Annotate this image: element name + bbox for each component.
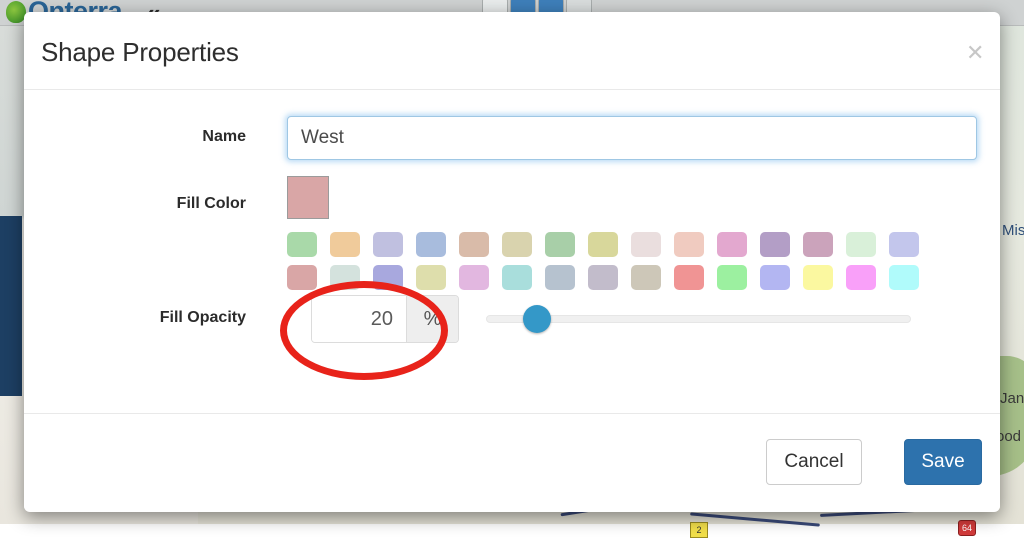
color-swatch[interactable] — [287, 265, 317, 290]
color-swatch[interactable] — [416, 265, 446, 290]
fill-opacity-input-group[interactable]: % — [311, 295, 459, 343]
color-swatch[interactable] — [287, 232, 317, 257]
color-swatch[interactable] — [803, 265, 833, 290]
map-place-label: Mis — [1002, 222, 1024, 239]
color-swatch[interactable] — [717, 232, 747, 257]
color-swatch[interactable] — [373, 232, 403, 257]
color-swatch[interactable] — [459, 232, 489, 257]
color-swatch[interactable] — [330, 265, 360, 290]
palette-row-2 — [287, 265, 947, 290]
dialog-title: Shape Properties — [41, 37, 239, 68]
slider-handle[interactable] — [523, 305, 551, 333]
dialog-footer: Cancel Save — [24, 413, 1000, 511]
close-icon[interactable]: ✕ — [960, 42, 982, 64]
color-swatch[interactable] — [588, 265, 618, 290]
shape-properties-dialog: Shape Properties ✕ Name Fill Color Fill … — [24, 12, 1000, 512]
color-swatch[interactable] — [889, 265, 919, 290]
color-swatch[interactable] — [502, 265, 532, 290]
name-field-row: Name — [24, 116, 1000, 160]
color-swatch[interactable] — [416, 232, 446, 257]
fill-color-label: Fill Color — [24, 195, 246, 213]
color-swatch[interactable] — [631, 232, 661, 257]
dialog-body: Name Fill Color Fill Opacity % — [24, 90, 1000, 413]
percent-unit-addon: % — [406, 296, 458, 342]
color-swatch[interactable] — [588, 232, 618, 257]
fill-opacity-slider[interactable] — [486, 311, 911, 327]
color-swatch[interactable] — [846, 232, 876, 257]
color-swatch[interactable] — [760, 265, 790, 290]
color-swatch[interactable] — [545, 265, 575, 290]
color-swatch[interactable] — [717, 265, 747, 290]
fill-opacity-label: Fill Opacity — [24, 309, 246, 327]
color-swatch[interactable] — [846, 265, 876, 290]
fill-color-palette[interactable] — [287, 232, 947, 298]
name-label: Name — [24, 128, 246, 146]
fill-color-current-swatch[interactable] — [287, 176, 329, 219]
color-swatch[interactable] — [459, 265, 489, 290]
color-swatch[interactable] — [674, 265, 704, 290]
map-interstate-shield: 64 — [958, 520, 976, 536]
color-swatch[interactable] — [631, 265, 661, 290]
color-swatch[interactable] — [502, 232, 532, 257]
fill-opacity-input[interactable] — [312, 296, 406, 342]
palette-row-1 — [287, 232, 947, 257]
name-input[interactable] — [287, 116, 977, 160]
globe-leaf-icon — [6, 1, 26, 23]
color-swatch[interactable] — [330, 232, 360, 257]
color-swatch[interactable] — [674, 232, 704, 257]
color-swatch[interactable] — [889, 232, 919, 257]
map-place-label: Jan — [1000, 390, 1024, 407]
fill-opacity-field-row: Fill Opacity % — [24, 295, 1000, 343]
map-highway-shield: 2 — [690, 522, 708, 538]
map-sidebar-band — [0, 216, 22, 396]
color-swatch[interactable] — [803, 232, 833, 257]
map-road-line — [690, 512, 820, 526]
dialog-header: Shape Properties ✕ — [24, 12, 1000, 90]
color-swatch[interactable] — [760, 232, 790, 257]
color-swatch[interactable] — [373, 265, 403, 290]
save-button[interactable]: Save — [904, 439, 982, 485]
color-swatch[interactable] — [545, 232, 575, 257]
cancel-button[interactable]: Cancel — [766, 439, 862, 485]
